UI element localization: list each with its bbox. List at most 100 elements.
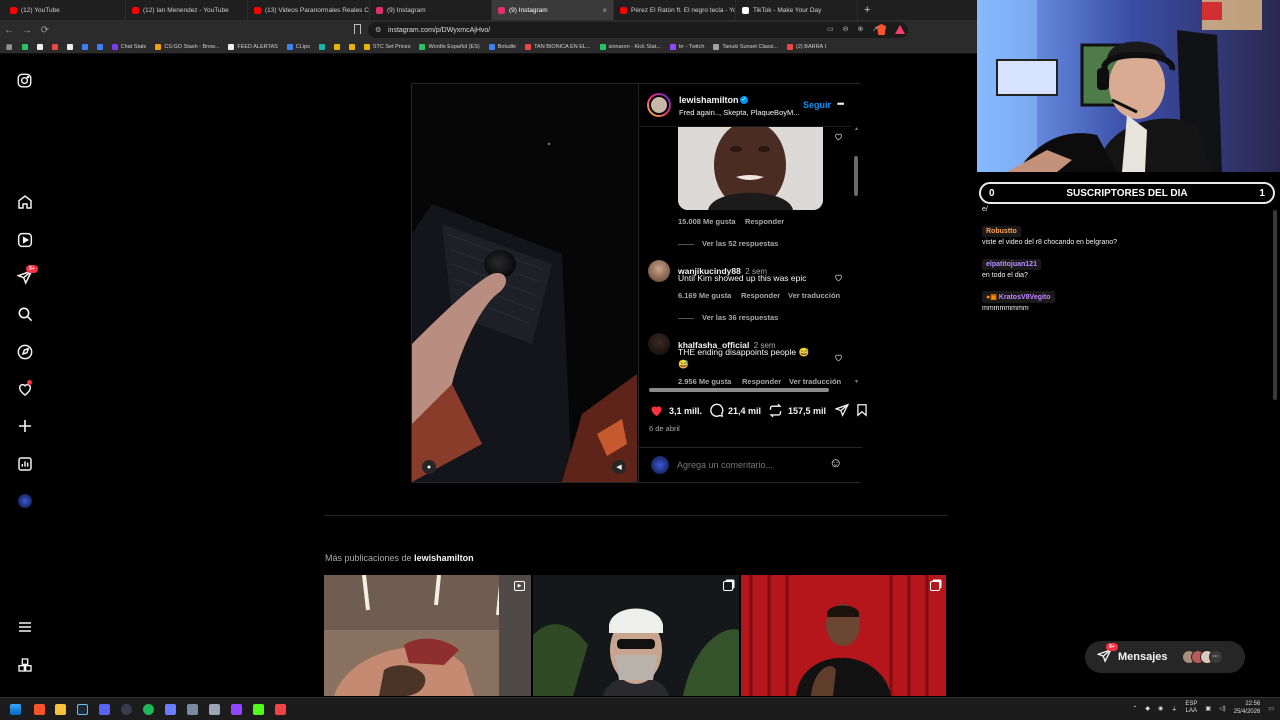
comment-likes[interactable]: 15.008 Me gusta <box>678 217 736 226</box>
bookmark-item[interactable]: Chat Stats <box>111 43 146 50</box>
audio-track[interactable]: Fred again.., Skepta, PlaqueBoyM... <box>679 108 799 117</box>
follow-button[interactable]: Seguir <box>803 100 831 110</box>
translate-button[interactable]: Ver traducción <box>789 377 841 386</box>
bookmark-item[interactable] <box>318 43 325 50</box>
reply-button[interactable]: Responder <box>742 377 781 386</box>
bookmark-item[interactable]: FEED ALERTAS <box>228 43 278 50</box>
usb-icon[interactable]: ⏚ <box>1171 704 1177 713</box>
tray-app-icon[interactable]: ◉ <box>1158 705 1163 712</box>
more-menu-icon[interactable] <box>16 618 33 635</box>
back-icon[interactable]: ← <box>0 25 18 36</box>
app-icon[interactable] <box>275 704 286 715</box>
commenter-avatar[interactable] <box>648 333 670 355</box>
bookmark-item[interactable]: trr - Twitch <box>669 43 704 50</box>
bookmark-page-icon[interactable] <box>354 24 361 34</box>
like-comment-icon[interactable] <box>834 132 843 141</box>
bookmark-item[interactable] <box>21 43 28 50</box>
browser-tab[interactable]: (9) Instagram <box>370 0 492 20</box>
bookmark-item[interactable] <box>51 43 58 50</box>
more-post-thumbnail[interactable]: ▶ <box>324 575 531 696</box>
repost-count[interactable]: 157,5 mil <box>788 406 826 416</box>
bookmark-item[interactable] <box>66 43 73 50</box>
like-filled-icon[interactable] <box>649 403 664 418</box>
tray-overflow-icon[interactable]: ⌃ <box>1132 705 1137 712</box>
bookmark-item[interactable]: Boludle <box>488 43 516 50</box>
brave-shield-icon[interactable] <box>877 24 886 35</box>
more-post-thumbnail[interactable] <box>533 575 739 696</box>
comment-input[interactable] <box>677 456 817 474</box>
twitch-icon[interactable] <box>231 704 242 715</box>
volume-icon[interactable]: ◁) <box>1219 705 1226 712</box>
browser-tab[interactable]: (9) Instagram × <box>492 0 614 20</box>
windows-start-icon[interactable] <box>10 704 21 715</box>
share-icon[interactable] <box>835 403 849 417</box>
bookmark-item[interactable]: Wordle Español (ES) <box>419 43 480 50</box>
notifications-center-icon[interactable]: ▭ <box>1268 705 1274 712</box>
dashboard-icon[interactable] <box>16 455 33 472</box>
bookmark-item[interactable]: Tanuki Sunset Classi... <box>713 43 778 50</box>
like-comment-icon[interactable] <box>834 353 843 362</box>
comment-icon[interactable] <box>709 403 724 418</box>
discord-icon[interactable] <box>99 704 110 715</box>
bookmark-item[interactable] <box>81 43 88 50</box>
more-posts-author[interactable]: lewishamilton <box>414 553 474 563</box>
forward-icon[interactable]: → <box>18 25 36 36</box>
network-icon[interactable]: ▣ <box>1205 705 1211 712</box>
comment-likes[interactable]: 2.956 Me gusta <box>678 377 731 386</box>
app-icon[interactable] <box>187 704 198 715</box>
language-indicator[interactable]: ESP LAA <box>1185 701 1197 715</box>
also-from-meta-icon[interactable] <box>16 656 33 673</box>
bookmark-item[interactable]: sionaron - Kick Stat... <box>599 43 661 50</box>
file-explorer-icon[interactable] <box>55 704 66 715</box>
bookmark-item[interactable]: (2) BARRA I <box>787 43 826 50</box>
apps-grid-icon[interactable]: ▦ <box>6 43 13 51</box>
mute-icon[interactable]: ◀ <box>612 460 626 474</box>
search-icon[interactable] <box>16 305 33 322</box>
browser-tab[interactable]: TikTok - Make Your Day <box>736 0 858 20</box>
close-tab-icon[interactable]: × <box>602 6 607 15</box>
direct-messages-icon[interactable]: 9+ <box>16 265 38 285</box>
kick-icon[interactable] <box>253 704 264 715</box>
brave-browser-icon[interactable] <box>34 704 45 715</box>
comments-vertical-scrollbar[interactable]: ▲ ▼ <box>853 126 860 388</box>
instagram-logo-icon[interactable] <box>16 72 33 89</box>
bookmark-item[interactable]: CLips <box>286 43 310 50</box>
obs-icon[interactable] <box>121 704 132 715</box>
tagged-user-icon[interactable]: ● <box>422 460 436 474</box>
app-icon[interactable] <box>165 704 176 715</box>
more-post-thumbnail[interactable] <box>741 575 946 696</box>
reload-icon[interactable]: ⟳ <box>36 25 54 36</box>
reels-icon[interactable] <box>16 231 33 248</box>
author-username[interactable]: lewishamilton <box>679 95 739 105</box>
browser-tab[interactable]: (12) YouTube <box>4 0 126 20</box>
profile-avatar-icon[interactable] <box>16 492 33 509</box>
brave-rewards-icon[interactable] <box>895 25 905 34</box>
bookmark-item[interactable] <box>36 43 43 50</box>
comment-likes[interactable]: 6.169 Me gusta <box>678 291 731 300</box>
bookmark-item[interactable]: STC Set Prices <box>363 43 410 50</box>
browser-tab[interactable]: (13) Videos Paranormales Reales Co... <box>248 0 370 20</box>
create-plus-icon[interactable] <box>16 417 33 434</box>
emoji-picker-icon[interactable]: ☺ <box>829 455 842 470</box>
like-count[interactable]: 3,1 mill. <box>669 406 702 416</box>
bookmark-item[interactable]: TAN BIONICA EN EL... <box>525 43 591 50</box>
steam-icon[interactable] <box>77 704 88 715</box>
bookmark-item[interactable]: CS:GO Stash - Brow... <box>155 43 219 50</box>
reply-button[interactable]: Responder <box>741 291 780 300</box>
more-options-button[interactable]: ••• <box>837 99 845 109</box>
comment-count[interactable]: 21,4 mil <box>728 406 761 416</box>
app-icon[interactable] <box>209 704 220 715</box>
reply-button[interactable]: Responder <box>745 217 784 226</box>
browser-tab[interactable]: Pérez El Ratón ft. El negro tecla - Yo..… <box>614 0 736 20</box>
view-replies-button[interactable]: Ver las 36 respuestas <box>678 313 778 322</box>
author-avatar[interactable] <box>647 93 671 117</box>
view-replies-button[interactable]: Ver las 52 respuestas <box>678 239 778 248</box>
repost-icon[interactable] <box>768 403 783 418</box>
home-icon[interactable] <box>16 193 33 210</box>
explore-icon[interactable] <box>16 343 33 360</box>
bookmark-item[interactable] <box>96 43 103 50</box>
spotify-icon[interactable] <box>143 704 154 715</box>
site-info-icon[interactable]: ⚙ <box>375 26 381 34</box>
messages-pill[interactable]: 9+ Mensajes ··· <box>1085 641 1245 673</box>
notifications-heart-icon[interactable] <box>16 380 33 397</box>
